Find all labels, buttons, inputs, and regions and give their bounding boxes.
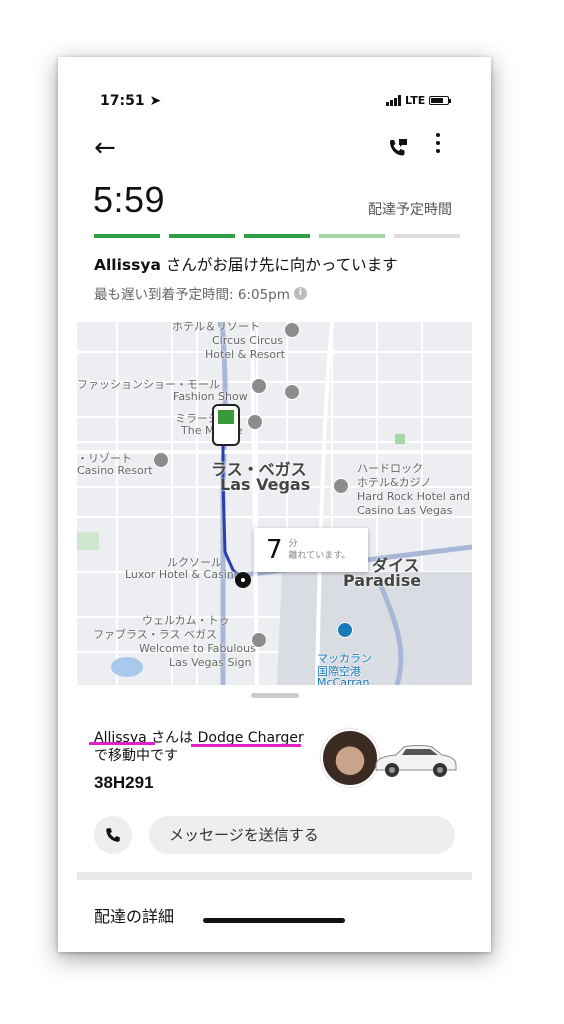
eta-unit: 分 離れています。 [289,538,351,562]
map-label: Circus Circus [212,334,284,347]
poi-icon[interactable] [333,478,349,494]
moving-text: で移動中です [94,748,178,764]
license-plate: 38H291 [94,773,154,792]
sheet-drag-handle[interactable] [251,693,299,698]
poi-icon[interactable] [251,632,267,648]
eta-unit-text: 分 [288,539,298,549]
poi-icon[interactable] [251,378,267,394]
destination-pin-icon [235,572,251,588]
info-icon[interactable]: i [293,286,307,300]
eta-bubble: 7 分 離れています。 [254,528,368,572]
progress-segment [94,234,160,238]
status-text: さんがお届け先に向かっています [165,256,398,274]
battery-icon [429,96,452,105]
courier-car-icon [212,404,240,446]
back-arrow-icon[interactable]: ← [94,135,116,161]
call-button[interactable] [94,816,132,854]
signal-icon [386,95,401,106]
progress-segment [319,234,385,238]
driver-name: Allissya [94,256,161,274]
map-label: Casino Resort [77,464,153,477]
home-indicator[interactable] [203,918,345,923]
more-menu-icon[interactable] [436,133,440,153]
map-label: Casino Las Vegas [357,504,453,517]
eta-label: 配達予定時間 [368,202,452,218]
eta-note: 離れています。 [288,551,351,561]
map-label: Paradise [343,571,422,590]
delivery-details-heading[interactable]: 配達の詳細 [94,903,174,927]
status-time: 17:51 ➤ [100,93,162,109]
phone-chat-icon[interactable] [386,136,410,164]
delivery-status: Allissya さんがお届け先に向かっています [94,253,398,275]
progress-segment [394,234,460,238]
delivery-progress [94,234,460,238]
map-label: Hard Rock Hotel and [357,490,470,503]
map-label: Hotel & Resort [205,348,285,361]
latest-arrival-text: 最も遅い到着予定時間: 6:05pm [94,287,290,303]
app-screen: 17:51 ➤ LTE ← 5:59 配達予定時間 Allissya さんがお届… [58,57,491,952]
map-label: Las Vegas [220,475,311,494]
latest-arrival: 最も遅い到着予定時間: 6:05pm i [94,283,307,303]
section-divider [77,872,472,880]
vehicle-image [370,737,458,785]
map-label: McCarran [317,676,370,685]
connector-text: さんは [151,730,194,746]
map-label: ホテル&カジノ [357,476,432,489]
status-indicators: LTE [386,94,452,107]
network-label: LTE [405,94,426,107]
map-label: Las Vegas Sign [169,656,252,669]
message-input[interactable]: メッセージを送信する [149,816,455,854]
map[interactable]: ホテル＆リゾート Circus Circus Hotel & Resort ファ… [77,322,472,685]
poi-icon[interactable] [247,414,263,430]
highlight-underline [191,744,301,747]
map-label: ファブラス・ラス ベガス [93,628,218,641]
phone-icon [106,828,120,842]
eta-time: 5:59 [93,179,166,220]
poi-icon[interactable] [284,384,300,400]
airport-icon[interactable] [337,622,353,638]
map-label: Fashion Show [173,390,248,403]
map-label: ホテル＆リゾート [172,322,260,333]
poi-icon[interactable] [153,452,169,468]
eta-minutes: 7 [266,535,283,565]
progress-segment [244,234,310,238]
map-label: Luxor Hotel & Casino [125,568,241,581]
progress-segment [169,234,235,238]
poi-icon[interactable] [284,322,300,338]
map-label: Welcome to Fabulous [139,642,256,655]
